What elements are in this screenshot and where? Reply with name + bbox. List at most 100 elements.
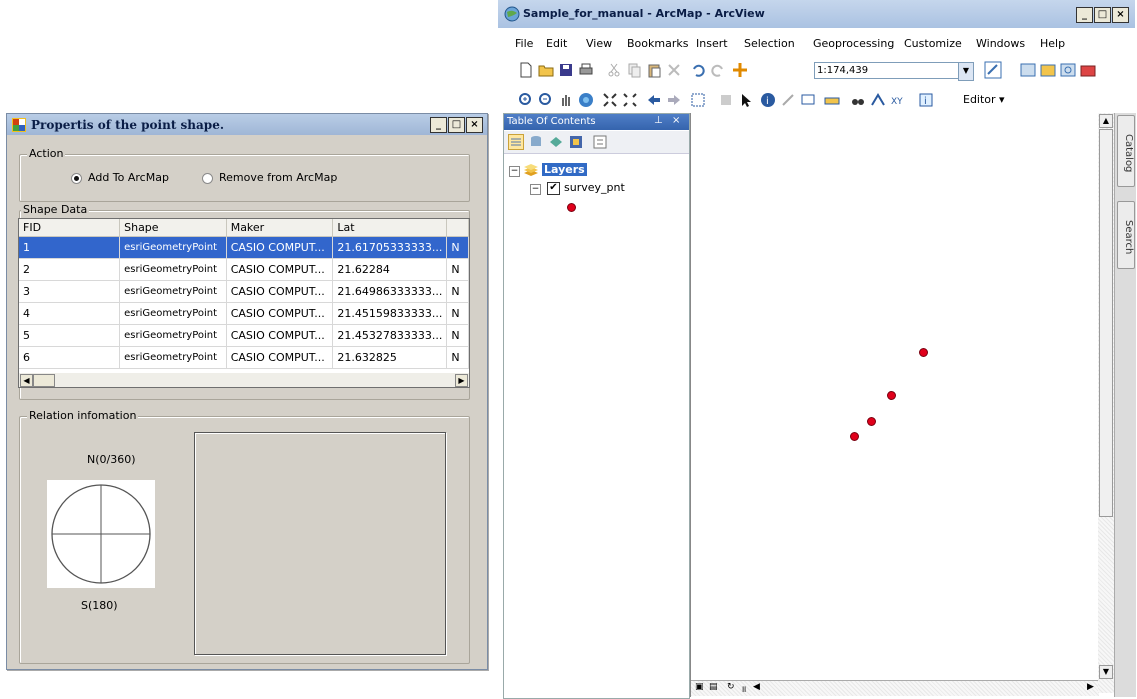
scale-dropdown-icon[interactable]: ▼ — [958, 62, 974, 81]
select-elements-icon[interactable] — [738, 92, 754, 108]
table-row[interactable]: 3 esriGeometryPoint CASIO COMPUT... 21.6498… — [19, 280, 469, 303]
measure-icon[interactable] — [824, 92, 840, 108]
html-popup-icon[interactable] — [800, 92, 816, 108]
shape-data-grid[interactable]: FID Shape Maker Lat 1 esriGeometryPoint CA… — [18, 218, 470, 375]
remove-from-arcmap-radio[interactable]: Remove from ArcMap — [202, 171, 337, 184]
layout-view-icon[interactable]: ▤ — [709, 682, 718, 692]
hyperlink-icon[interactable] — [780, 92, 796, 108]
refresh-icon[interactable]: ↻ — [727, 682, 735, 692]
scroll-left-arrow-icon[interactable]: ◀ — [753, 682, 760, 692]
cell-shape[interactable]: esriGeometryPoint — [119, 324, 227, 347]
menu-file[interactable]: File — [515, 37, 533, 50]
menu-geoprocessing[interactable]: Geoprocessing — [813, 37, 894, 50]
time-slider-icon[interactable]: i — [918, 92, 934, 108]
pause-drawing-icon[interactable]: ॥ — [741, 682, 746, 695]
cell-fid[interactable]: 4 — [19, 302, 121, 325]
table-row[interactable]: 4 esriGeometryPoint CASIO COMPUT... 21.4515… — [19, 302, 469, 325]
cell-shape[interactable]: esriGeometryPoint — [119, 280, 227, 303]
catalog-window-icon[interactable] — [1040, 62, 1056, 78]
map-horizontal-scrollbar[interactable]: ▣ ▤ ↻ ॥ ◀ ▶ — [691, 680, 1099, 696]
cell-fid[interactable]: 1 — [19, 236, 121, 259]
scroll-right-icon[interactable]: ▶ — [455, 374, 468, 387]
list-by-visibility-icon[interactable] — [548, 134, 564, 150]
menu-insert[interactable]: Insert — [696, 37, 728, 50]
delete-icon[interactable] — [666, 62, 682, 78]
scroll-thumb[interactable] — [33, 374, 55, 387]
cell-lat[interactable]: 21.62284 — [332, 258, 448, 281]
fixed-zoom-in-icon[interactable] — [602, 92, 618, 108]
survey-point[interactable] — [919, 348, 928, 357]
arcmap-minimize-button[interactable]: _ — [1076, 7, 1093, 23]
print-icon[interactable] — [578, 62, 594, 78]
undo-icon[interactable] — [690, 62, 706, 78]
redo-icon[interactable] — [710, 62, 726, 78]
menu-help[interactable]: Help — [1040, 37, 1065, 50]
clear-selection-icon[interactable] — [718, 92, 734, 108]
cell-shape[interactable]: esriGeometryPoint — [119, 346, 227, 369]
scroll-up-arrow-icon[interactable]: ▲ — [1099, 114, 1113, 128]
map-view[interactable]: ▣ ▤ ↻ ॥ ◀ ▶ — [690, 113, 1109, 697]
menu-customize[interactable]: Customize — [904, 37, 962, 50]
layers-collapse-icon[interactable]: − — [509, 166, 520, 177]
menu-edit[interactable]: Edit — [546, 37, 567, 50]
survey-point[interactable] — [867, 417, 876, 426]
cell-overflow[interactable]: N — [446, 346, 469, 369]
fixed-zoom-out-icon[interactable] — [622, 92, 638, 108]
list-by-drawing-order-icon[interactable] — [508, 134, 524, 150]
table-row[interactable]: 6 esriGeometryPoint CASIO COMPUT... 21.6328… — [19, 346, 469, 369]
layer-visibility-checkbox[interactable]: ✔ — [547, 182, 560, 195]
grid-horizontal-scrollbar[interactable]: ◀ ▶ — [18, 373, 470, 388]
column-header-maker[interactable]: Maker — [226, 219, 334, 237]
layers-root-label[interactable]: Layers — [542, 163, 587, 176]
map-vertical-scrollbar[interactable]: ▲ ▼ — [1098, 113, 1114, 693]
arcmap-maximize-button[interactable]: □ — [1094, 7, 1111, 23]
cell-fid[interactable]: 5 — [19, 324, 121, 347]
cell-maker[interactable]: CASIO COMPUT... — [226, 280, 334, 303]
open-folder-icon[interactable] — [538, 62, 554, 78]
find-route-icon[interactable] — [870, 92, 886, 108]
cell-fid[interactable]: 2 — [19, 258, 121, 281]
identify-icon[interactable]: i — [760, 92, 776, 108]
cell-fid[interactable]: 6 — [19, 346, 121, 369]
find-icon[interactable] — [850, 92, 866, 108]
editor-menu[interactable]: Editor ▾ — [963, 93, 1005, 106]
search-window-icon[interactable] — [1060, 62, 1076, 78]
cell-fid[interactable]: 3 — [19, 280, 121, 303]
map-scale-combobox[interactable]: 1:174,439 — [814, 62, 963, 79]
cell-lat[interactable]: 21.45159833333... — [332, 302, 448, 325]
scroll-right-arrow-icon[interactable]: ▶ — [1087, 682, 1094, 692]
column-header-lat[interactable]: Lat — [332, 219, 448, 237]
cell-maker[interactable]: CASIO COMPUT... — [226, 302, 334, 325]
layer-name[interactable]: survey_pnt — [564, 181, 625, 194]
toc-pin-icon[interactable]: ⊥ — [654, 115, 663, 126]
toc-options-icon[interactable] — [592, 134, 608, 150]
cell-overflow[interactable]: N — [446, 302, 469, 325]
dialog-title-bar[interactable]: Propertis of the point shape. _ □ × — [7, 114, 487, 135]
cell-maker[interactable]: CASIO COMPUT... — [226, 324, 334, 347]
add-data-icon[interactable] — [732, 62, 748, 78]
table-row[interactable]: 5 esriGeometryPoint CASIO COMPUT... 21.4532… — [19, 324, 469, 347]
cell-overflow[interactable]: N — [446, 280, 469, 303]
cell-lat[interactable]: 21.45327833333... — [332, 324, 448, 347]
cell-lat[interactable]: 21.632825 — [332, 346, 448, 369]
toc-close-icon[interactable]: × — [672, 115, 680, 126]
menu-selection[interactable]: Selection — [744, 37, 795, 50]
column-header-shape[interactable]: Shape — [119, 219, 227, 237]
cell-maker[interactable]: CASIO COMPUT... — [226, 258, 334, 281]
toc-window-icon[interactable] — [1020, 62, 1036, 78]
column-header-fid[interactable]: FID — [19, 219, 121, 237]
catalog-tab[interactable]: Catalog — [1117, 115, 1135, 187]
cell-lat[interactable]: 21.64986333333... — [332, 280, 448, 303]
editor-toolbar-icon[interactable] — [984, 61, 1002, 79]
data-view-icon[interactable]: ▣ — [695, 682, 704, 692]
zoom-out-icon[interactable] — [538, 92, 554, 108]
back-extent-icon[interactable] — [646, 92, 662, 108]
list-by-selection-icon[interactable] — [568, 134, 584, 150]
cell-lat[interactable]: 21.61705333333... — [332, 236, 448, 259]
paste-icon[interactable] — [646, 62, 662, 78]
cell-maker[interactable]: CASIO COMPUT... — [226, 236, 334, 259]
minimize-button[interactable]: _ — [430, 117, 447, 133]
cell-shape[interactable]: esriGeometryPoint — [119, 258, 227, 281]
scroll-left-icon[interactable]: ◀ — [20, 374, 33, 387]
menu-bookmarks[interactable]: Bookmarks — [627, 37, 688, 50]
